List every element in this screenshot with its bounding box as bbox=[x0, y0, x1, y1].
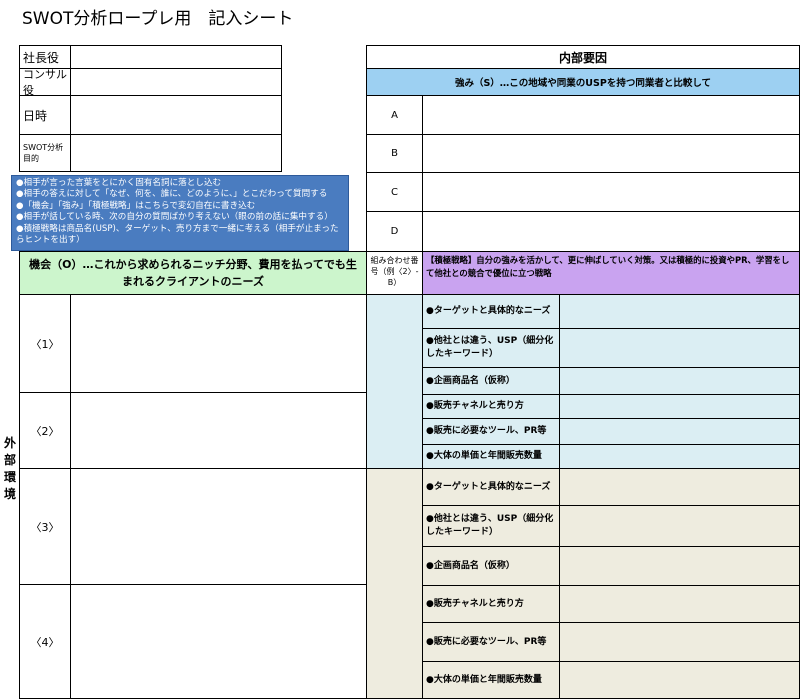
external-label-char: 部 bbox=[3, 453, 16, 467]
opportunity-number-1: 〈1〉 bbox=[19, 294, 71, 393]
note-line: ●相手が話している時、次の自分の質問ばかり考えない（眼の前の話に集中する） bbox=[16, 212, 333, 223]
strategy-item-input[interactable] bbox=[559, 585, 800, 623]
instruction-notes: ●相手が言った言葉をとにかく固有名詞に落とし込む ●相手の答えに対して「なぜ、何… bbox=[11, 175, 349, 251]
strategy-item-input[interactable] bbox=[559, 367, 800, 395]
combination-input-bottom[interactable] bbox=[366, 468, 423, 699]
external-label-char: 境 bbox=[3, 487, 16, 501]
strategy-item-label: ●販売チャネルと売り方 bbox=[422, 394, 560, 419]
opportunity-input-2[interactable] bbox=[70, 392, 367, 469]
strategy-item-input[interactable] bbox=[559, 505, 800, 547]
strength-input-b[interactable] bbox=[422, 134, 800, 173]
opportunity-number-4: 〈4〉 bbox=[19, 584, 71, 699]
strength-input-d[interactable] bbox=[422, 211, 800, 252]
role-label-purpose: SWOT分析目的 bbox=[19, 134, 71, 172]
opportunity-input-1[interactable] bbox=[70, 294, 367, 393]
strategy-item-label: ●他社とは違う、USP（細分化したキーワード） bbox=[422, 328, 560, 368]
strength-letter-c: C bbox=[366, 172, 423, 212]
opportunity-header: 機会（O）…これから求められるニッチ分野、費用を払ってでも生まれるクライアントの… bbox=[19, 251, 367, 295]
note-line: ●積極戦略は商品名(USP)、ターゲット、売り方まで一緒に考える（相手が止まった bbox=[16, 223, 339, 234]
combination-number-label: 組み合わせ番号（例〈2〉-B） bbox=[366, 251, 423, 295]
strategy-item-input[interactable] bbox=[559, 444, 800, 469]
note-line: ●「機会」「強み」「積極戦略」はこちらで変幻自在に書き込む bbox=[16, 200, 256, 211]
strategy-item-input[interactable] bbox=[559, 661, 800, 699]
strength-letter-d: D bbox=[366, 211, 423, 252]
external-label-char: 外 bbox=[3, 436, 16, 450]
external-label-char: 環 bbox=[3, 470, 16, 484]
strength-header: 強み（S）…この地域や同業のUSPを持つ同業者と比較して bbox=[366, 68, 800, 96]
strength-letter-a: A bbox=[366, 95, 423, 135]
strategy-item-input[interactable] bbox=[559, 546, 800, 586]
opportunity-input-3[interactable] bbox=[70, 468, 367, 585]
combination-input-top[interactable] bbox=[366, 294, 423, 469]
opportunity-input-4[interactable] bbox=[70, 584, 367, 699]
strategy-item-input[interactable] bbox=[559, 622, 800, 662]
role-input-purpose[interactable] bbox=[70, 134, 282, 172]
swot-sheet: SWOT分析ロープレ用 記入シート 社長役 コンサル役 日時 SWOT分析目的 … bbox=[0, 0, 800, 699]
strength-input-a[interactable] bbox=[422, 95, 800, 135]
page-title: SWOT分析ロープレ用 記入シート bbox=[22, 9, 294, 29]
strategy-item-label: ●販売に必要なツール、PR等 bbox=[422, 418, 560, 445]
opportunity-number-3: 〈3〉 bbox=[19, 468, 71, 585]
strategy-item-label: ●販売に必要なツール、PR等 bbox=[422, 622, 560, 662]
strategy-item-label: ●他社とは違う、USP（細分化したキーワード） bbox=[422, 505, 560, 547]
strategy-item-label: ●大体の単価と年間販売数量 bbox=[422, 661, 560, 699]
strategy-item-input[interactable] bbox=[559, 468, 800, 506]
strategy-item-input[interactable] bbox=[559, 394, 800, 419]
role-input-date[interactable] bbox=[70, 95, 282, 135]
note-line: ●相手の答えに対して「なぜ、何を、誰に、どのように、」とこだわって質問する bbox=[16, 189, 328, 200]
strategy-item-label: ●企画商品名（仮称） bbox=[422, 546, 560, 586]
strategy-item-label: ●ターゲットと具体的なニーズ bbox=[422, 468, 560, 506]
note-line: ●相手が言った言葉をとにかく固有名詞に落とし込む bbox=[16, 178, 222, 188]
strategy-item-label: ●ターゲットと具体的なニーズ bbox=[422, 294, 560, 329]
role-input-consultant[interactable] bbox=[70, 68, 282, 96]
opportunity-header-text: 機会（O）…これから求められるニッチ分野、費用を払ってでも生まれるクライアントの… bbox=[29, 258, 357, 288]
note-line: らヒントを出す） bbox=[16, 235, 85, 246]
strategy-item-input[interactable] bbox=[559, 418, 800, 445]
strength-letter-b: B bbox=[366, 134, 423, 173]
role-label-date: 日時 bbox=[19, 95, 71, 135]
internal-factors-header: 内部要因 bbox=[366, 45, 800, 69]
strategy-item-input[interactable] bbox=[559, 328, 800, 368]
role-input-president[interactable] bbox=[70, 45, 282, 69]
opportunity-number-2: 〈2〉 bbox=[19, 392, 71, 469]
strategy-item-label: ●企画商品名（仮称） bbox=[422, 367, 560, 395]
strategy-item-label: ●販売チャネルと売り方 bbox=[422, 585, 560, 623]
strategy-header: 【積極戦略】自分の強みを活かして、更に伸ばしていく対策。又は積極的に投資やPR、… bbox=[422, 251, 800, 295]
strength-input-c[interactable] bbox=[422, 172, 800, 212]
strategy-item-input[interactable] bbox=[559, 294, 800, 329]
role-label-consultant: コンサル役 bbox=[19, 68, 71, 97]
strategy-item-label: ●大体の単価と年間販売数量 bbox=[422, 444, 560, 469]
external-environment-label: 外 部 環 境 bbox=[3, 435, 17, 503]
